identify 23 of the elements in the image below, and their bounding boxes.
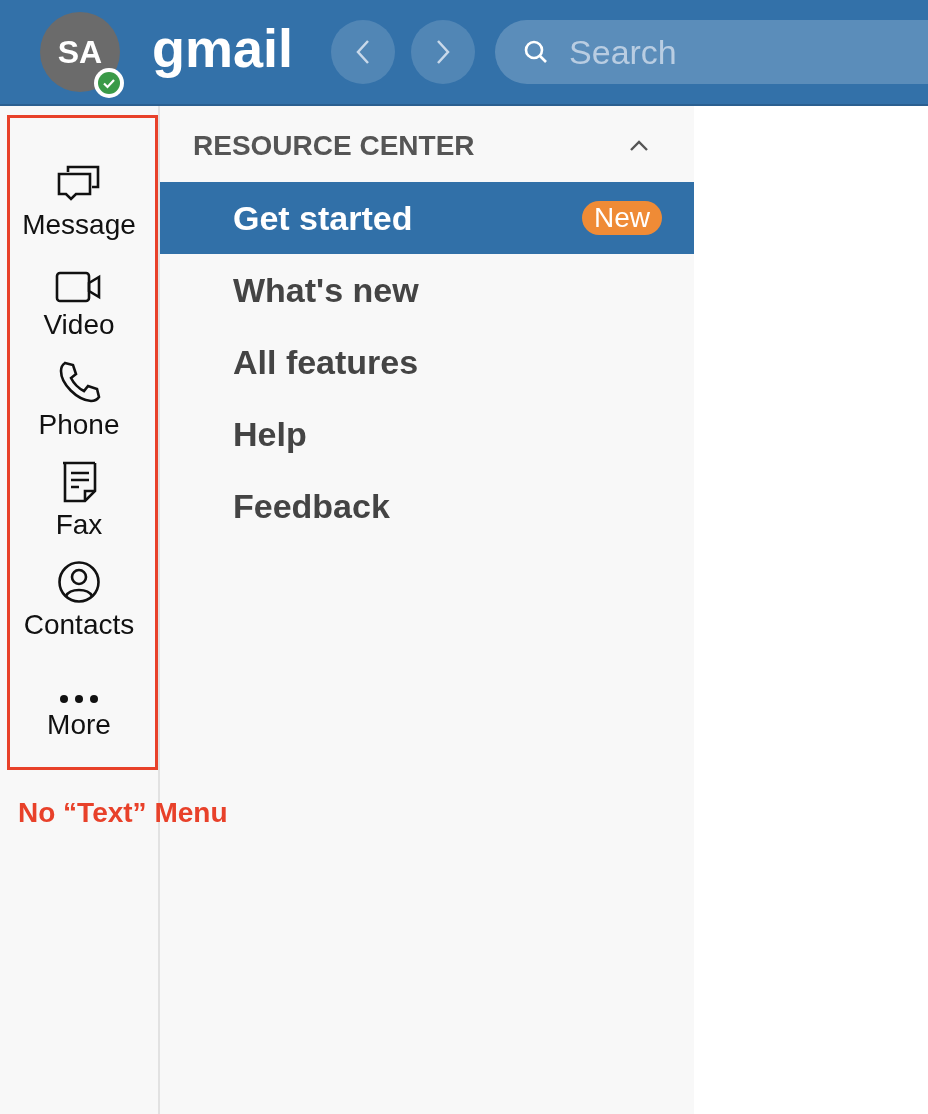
annotation-text: No “Text” Menu bbox=[18, 796, 228, 830]
person-circle-icon bbox=[57, 560, 101, 604]
new-badge: New bbox=[582, 201, 662, 235]
nav-rail-item[interactable]: Message bbox=[9, 150, 149, 250]
user-avatar[interactable]: SA bbox=[40, 12, 120, 92]
video-camera-icon bbox=[55, 270, 103, 304]
nav-rail-item[interactable]: More bbox=[9, 650, 149, 750]
phone-icon bbox=[57, 360, 101, 404]
app-title: gmail bbox=[152, 21, 294, 80]
collapse-button[interactable] bbox=[628, 139, 650, 153]
resource-menu-item[interactable]: Help bbox=[160, 398, 694, 470]
resource-menu-item[interactable]: Get started New bbox=[160, 182, 694, 254]
resource-menu-item[interactable]: Feedback bbox=[160, 470, 694, 542]
chevron-right-icon bbox=[436, 39, 451, 65]
section-title: RESOURCE CENTER bbox=[193, 129, 475, 163]
nav-rail-item[interactable]: Video bbox=[9, 250, 149, 350]
resource-menu-item[interactable]: What's new bbox=[160, 254, 694, 326]
chevron-left-icon bbox=[356, 39, 371, 65]
nav-rail-item[interactable]: Fax bbox=[9, 450, 149, 550]
more-dots-icon bbox=[59, 694, 99, 704]
resource-menu-item[interactable]: All features bbox=[160, 326, 694, 398]
nav-rail-item[interactable]: Contacts bbox=[9, 550, 149, 650]
nav-rail-item[interactable]: Phone bbox=[9, 350, 149, 450]
